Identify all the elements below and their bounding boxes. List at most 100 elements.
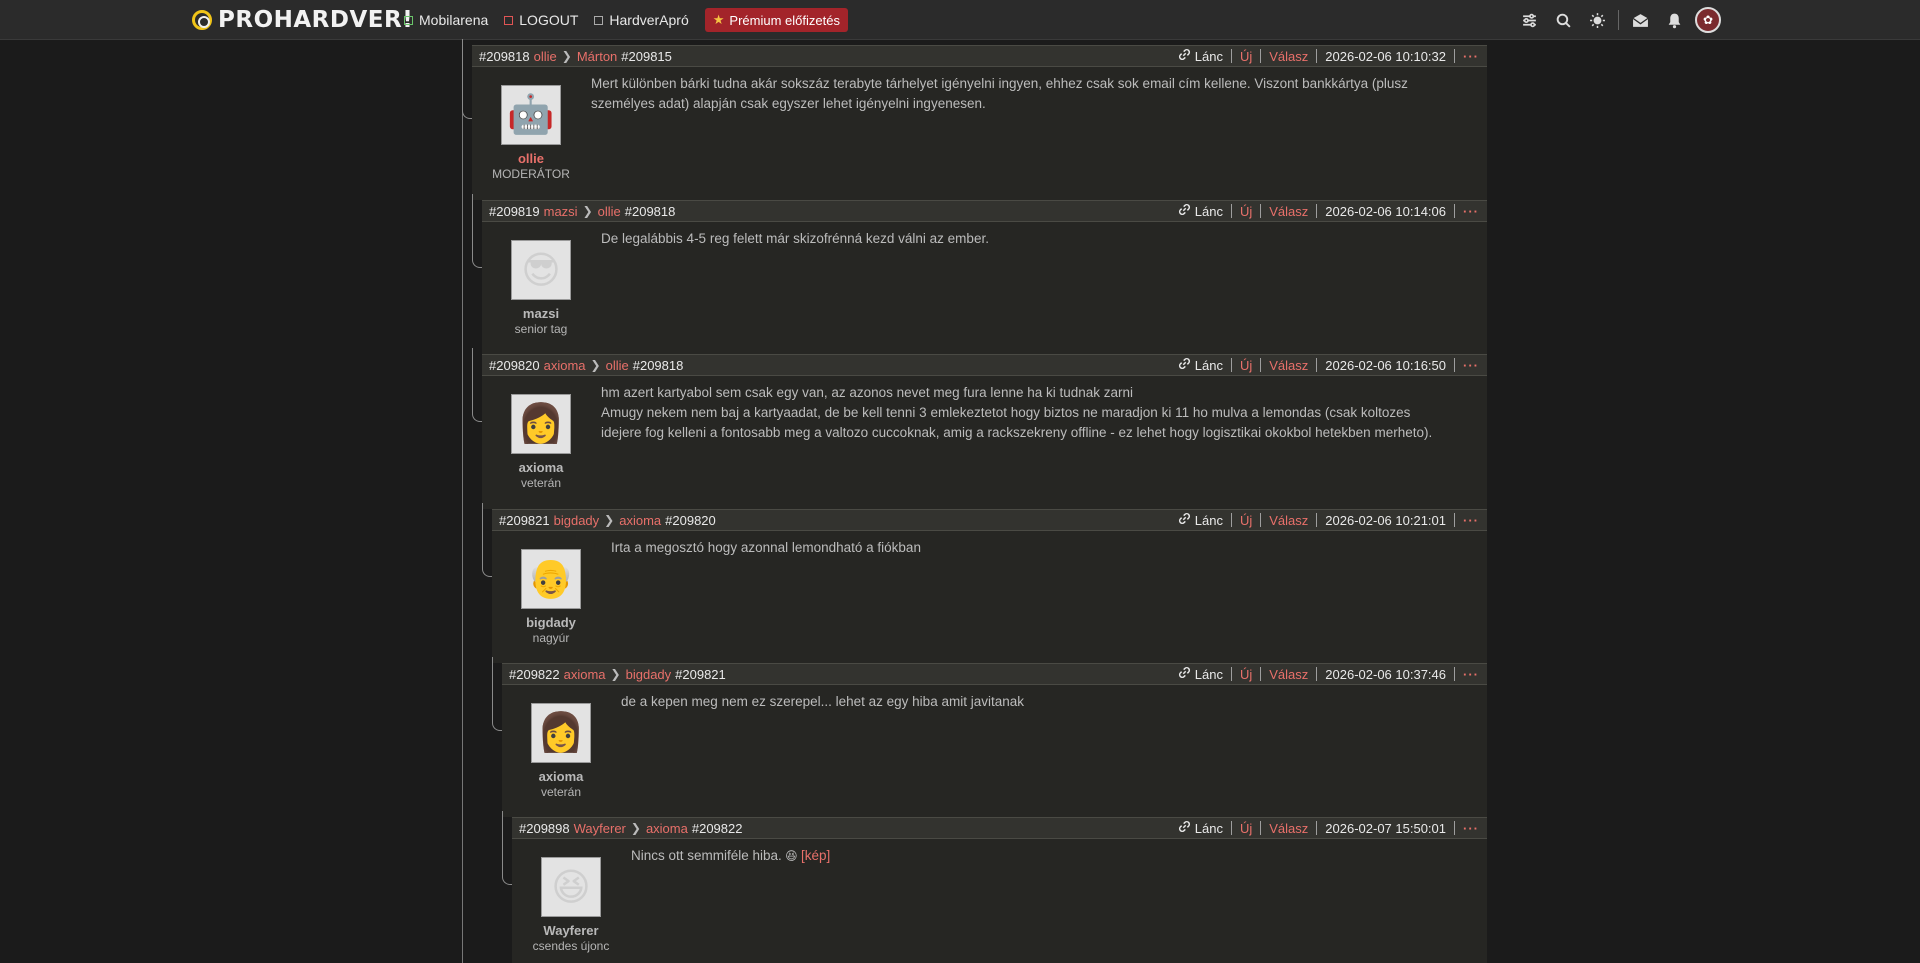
- reply-button[interactable]: Válasz: [1261, 821, 1318, 836]
- messages-envelope-icon[interactable]: [1623, 6, 1657, 34]
- comment-id[interactable]: #209822: [509, 667, 560, 682]
- comment-post: #209822 axioma ❯ bigdady #209821 Lánc Új Válasz…: [502, 663, 1487, 817]
- nav-link-hardverapro[interactable]: HardverApró: [594, 12, 689, 28]
- comment-id[interactable]: #209820: [489, 358, 540, 373]
- comment-post: #209821 bigdady ❯ axioma #209820 Lánc Új Válasz…: [492, 509, 1487, 663]
- reply-target-link[interactable]: axioma: [646, 821, 688, 836]
- author-avatar[interactable]: 👩: [531, 703, 591, 763]
- new-button[interactable]: Új: [1232, 49, 1262, 64]
- reply-button[interactable]: Válasz: [1261, 357, 1318, 373]
- nav-link-label: Mobilarena: [419, 12, 489, 28]
- author-name[interactable]: axioma: [491, 460, 591, 475]
- nav-link-label: LOGOUT: [519, 12, 579, 28]
- author-link[interactable]: ollie: [534, 49, 557, 64]
- image-link[interactable]: [kép]: [801, 848, 830, 863]
- comment-text: hm azert kartyabol sem csak egy van, az …: [601, 383, 1471, 443]
- comment-header-actions: Lánc Új Válasz 2026-02-06 10:37:46 ···: [1170, 664, 1487, 684]
- reply-target-id[interactable]: #209818: [633, 358, 684, 373]
- comment-header-left: #209819 mazsi ❯ ollie #209818: [489, 204, 675, 219]
- author-avatar[interactable]: 👴: [521, 549, 581, 609]
- more-options-button[interactable]: ···: [1455, 358, 1487, 373]
- more-options-button[interactable]: ···: [1455, 513, 1487, 528]
- comment-text: Nincs ott semmiféle hiba. 😆 [kép]: [631, 846, 1471, 866]
- more-options-button[interactable]: ···: [1455, 821, 1487, 836]
- chain-link-button[interactable]: Lánc: [1170, 204, 1232, 219]
- chevron-right-icon: ❯: [582, 204, 593, 218]
- premium-subscription-button[interactable]: ★ Prémium előfizetés: [704, 8, 848, 32]
- site-logo[interactable]: PROHARDVER!: [192, 7, 413, 33]
- new-button[interactable]: Új: [1232, 821, 1262, 836]
- comment-header-actions: Lánc Új Válasz 2026-02-06 10:16:50 ···: [1170, 355, 1487, 375]
- comment-text-line: De legalábbis 4-5 reg felett már skizofr…: [601, 231, 989, 246]
- user-avatar[interactable]: ✿: [1695, 7, 1721, 33]
- reply-target-id[interactable]: #209821: [675, 667, 726, 682]
- more-options-button[interactable]: ···: [1455, 204, 1487, 219]
- author-rank: MODERÁTOR: [492, 167, 570, 181]
- nav-link-logout[interactable]: LOGOUT: [504, 12, 578, 28]
- author-avatar[interactable]: 🤖: [501, 85, 561, 145]
- comment-text-line: Amugy nekem nem baj a kartyaadat, de be …: [601, 405, 1411, 420]
- reply-target-link[interactable]: Márton: [577, 49, 617, 64]
- reply-target-id[interactable]: #209818: [625, 204, 676, 219]
- new-button[interactable]: Új: [1232, 513, 1262, 528]
- reply-button[interactable]: Válasz: [1261, 49, 1318, 64]
- comment-text-line: hm azert kartyabol sem csak egy van, az …: [601, 385, 1134, 400]
- reply-target-link[interactable]: ollie: [606, 358, 629, 373]
- notifications-bell-icon[interactable]: [1657, 6, 1691, 34]
- comment-date: 2026-02-07 15:50:01: [1317, 820, 1455, 836]
- new-button[interactable]: Új: [1232, 667, 1262, 682]
- nav-link-label: HardverApró: [609, 12, 689, 28]
- comment-id[interactable]: #209819: [489, 204, 540, 219]
- more-options-button[interactable]: ···: [1455, 667, 1487, 682]
- reply-button[interactable]: Válasz: [1261, 204, 1318, 219]
- author-name[interactable]: Wayferer: [521, 923, 621, 938]
- settings-sliders-icon[interactable]: [1512, 6, 1546, 34]
- author-name[interactable]: mazsi: [491, 306, 591, 321]
- nav-link-mobilarena[interactable]: Mobilarena: [404, 12, 488, 28]
- author-link[interactable]: mazsi: [544, 204, 578, 219]
- author-link[interactable]: axioma: [544, 358, 586, 373]
- chain-link-button[interactable]: Lánc: [1170, 357, 1232, 373]
- reply-target-link[interactable]: bigdady: [626, 667, 672, 682]
- author-avatar[interactable]: 👩: [511, 394, 571, 454]
- new-button[interactable]: Új: [1232, 204, 1262, 219]
- chain-link-button[interactable]: Lánc: [1170, 821, 1232, 836]
- author-name[interactable]: axioma: [511, 769, 611, 784]
- author-name[interactable]: bigdady: [501, 615, 601, 630]
- reply-button[interactable]: Válasz: [1261, 512, 1318, 528]
- comment-id[interactable]: #209821: [499, 513, 550, 528]
- comment-header: #209820 axioma ❯ ollie #209818 Lánc Új Válasz 20…: [482, 354, 1487, 376]
- comment-header-left: #209820 axioma ❯ ollie #209818: [489, 358, 683, 373]
- reply-target-id[interactable]: #209815: [621, 49, 672, 64]
- chain-label: Lánc: [1194, 357, 1223, 373]
- reply-label: Válasz: [1269, 357, 1309, 373]
- reply-button[interactable]: Válasz: [1261, 667, 1318, 682]
- author-link[interactable]: axioma: [564, 667, 606, 682]
- reply-target-id[interactable]: #209820: [665, 513, 716, 528]
- top-navigation-bar: PROHARDVER! Mobilarena LOGOUT HardverApr…: [0, 0, 1920, 40]
- author-avatar[interactable]: 😎: [511, 240, 571, 300]
- thread-connector-line: [462, 39, 472, 119]
- more-options-button[interactable]: ···: [1455, 49, 1487, 64]
- author-link[interactable]: Wayferer: [574, 821, 626, 836]
- reply-target-id[interactable]: #209822: [692, 821, 743, 836]
- search-icon[interactable]: [1546, 6, 1580, 34]
- reply-label: Válasz: [1269, 512, 1309, 528]
- new-button[interactable]: Új: [1232, 358, 1262, 373]
- thread-connector-line: [482, 503, 492, 577]
- comment-text-line: Irta a megosztó hogy azonnal lemondható …: [611, 540, 921, 555]
- comment-date: 2026-02-06 10:37:46: [1317, 667, 1455, 682]
- chain-link-button[interactable]: Lánc: [1170, 667, 1232, 682]
- reply-target-link[interactable]: axioma: [619, 513, 661, 528]
- reply-target-link[interactable]: ollie: [598, 204, 621, 219]
- timestamp: 2026-02-07 15:50:01: [1325, 820, 1446, 836]
- chain-link-button[interactable]: Lánc: [1170, 513, 1232, 528]
- chain-link-button[interactable]: Lánc: [1170, 49, 1232, 64]
- author-name[interactable]: ollie: [481, 151, 581, 166]
- comment-header-actions: Lánc Új Válasz 2026-02-07 15:50:01 ···: [1170, 818, 1487, 838]
- theme-sun-icon[interactable]: [1580, 6, 1614, 34]
- comment-id[interactable]: #209818: [479, 49, 530, 64]
- author-avatar[interactable]: 😆: [541, 857, 601, 917]
- author-link[interactable]: bigdady: [554, 513, 600, 528]
- comment-id[interactable]: #209898: [519, 821, 570, 836]
